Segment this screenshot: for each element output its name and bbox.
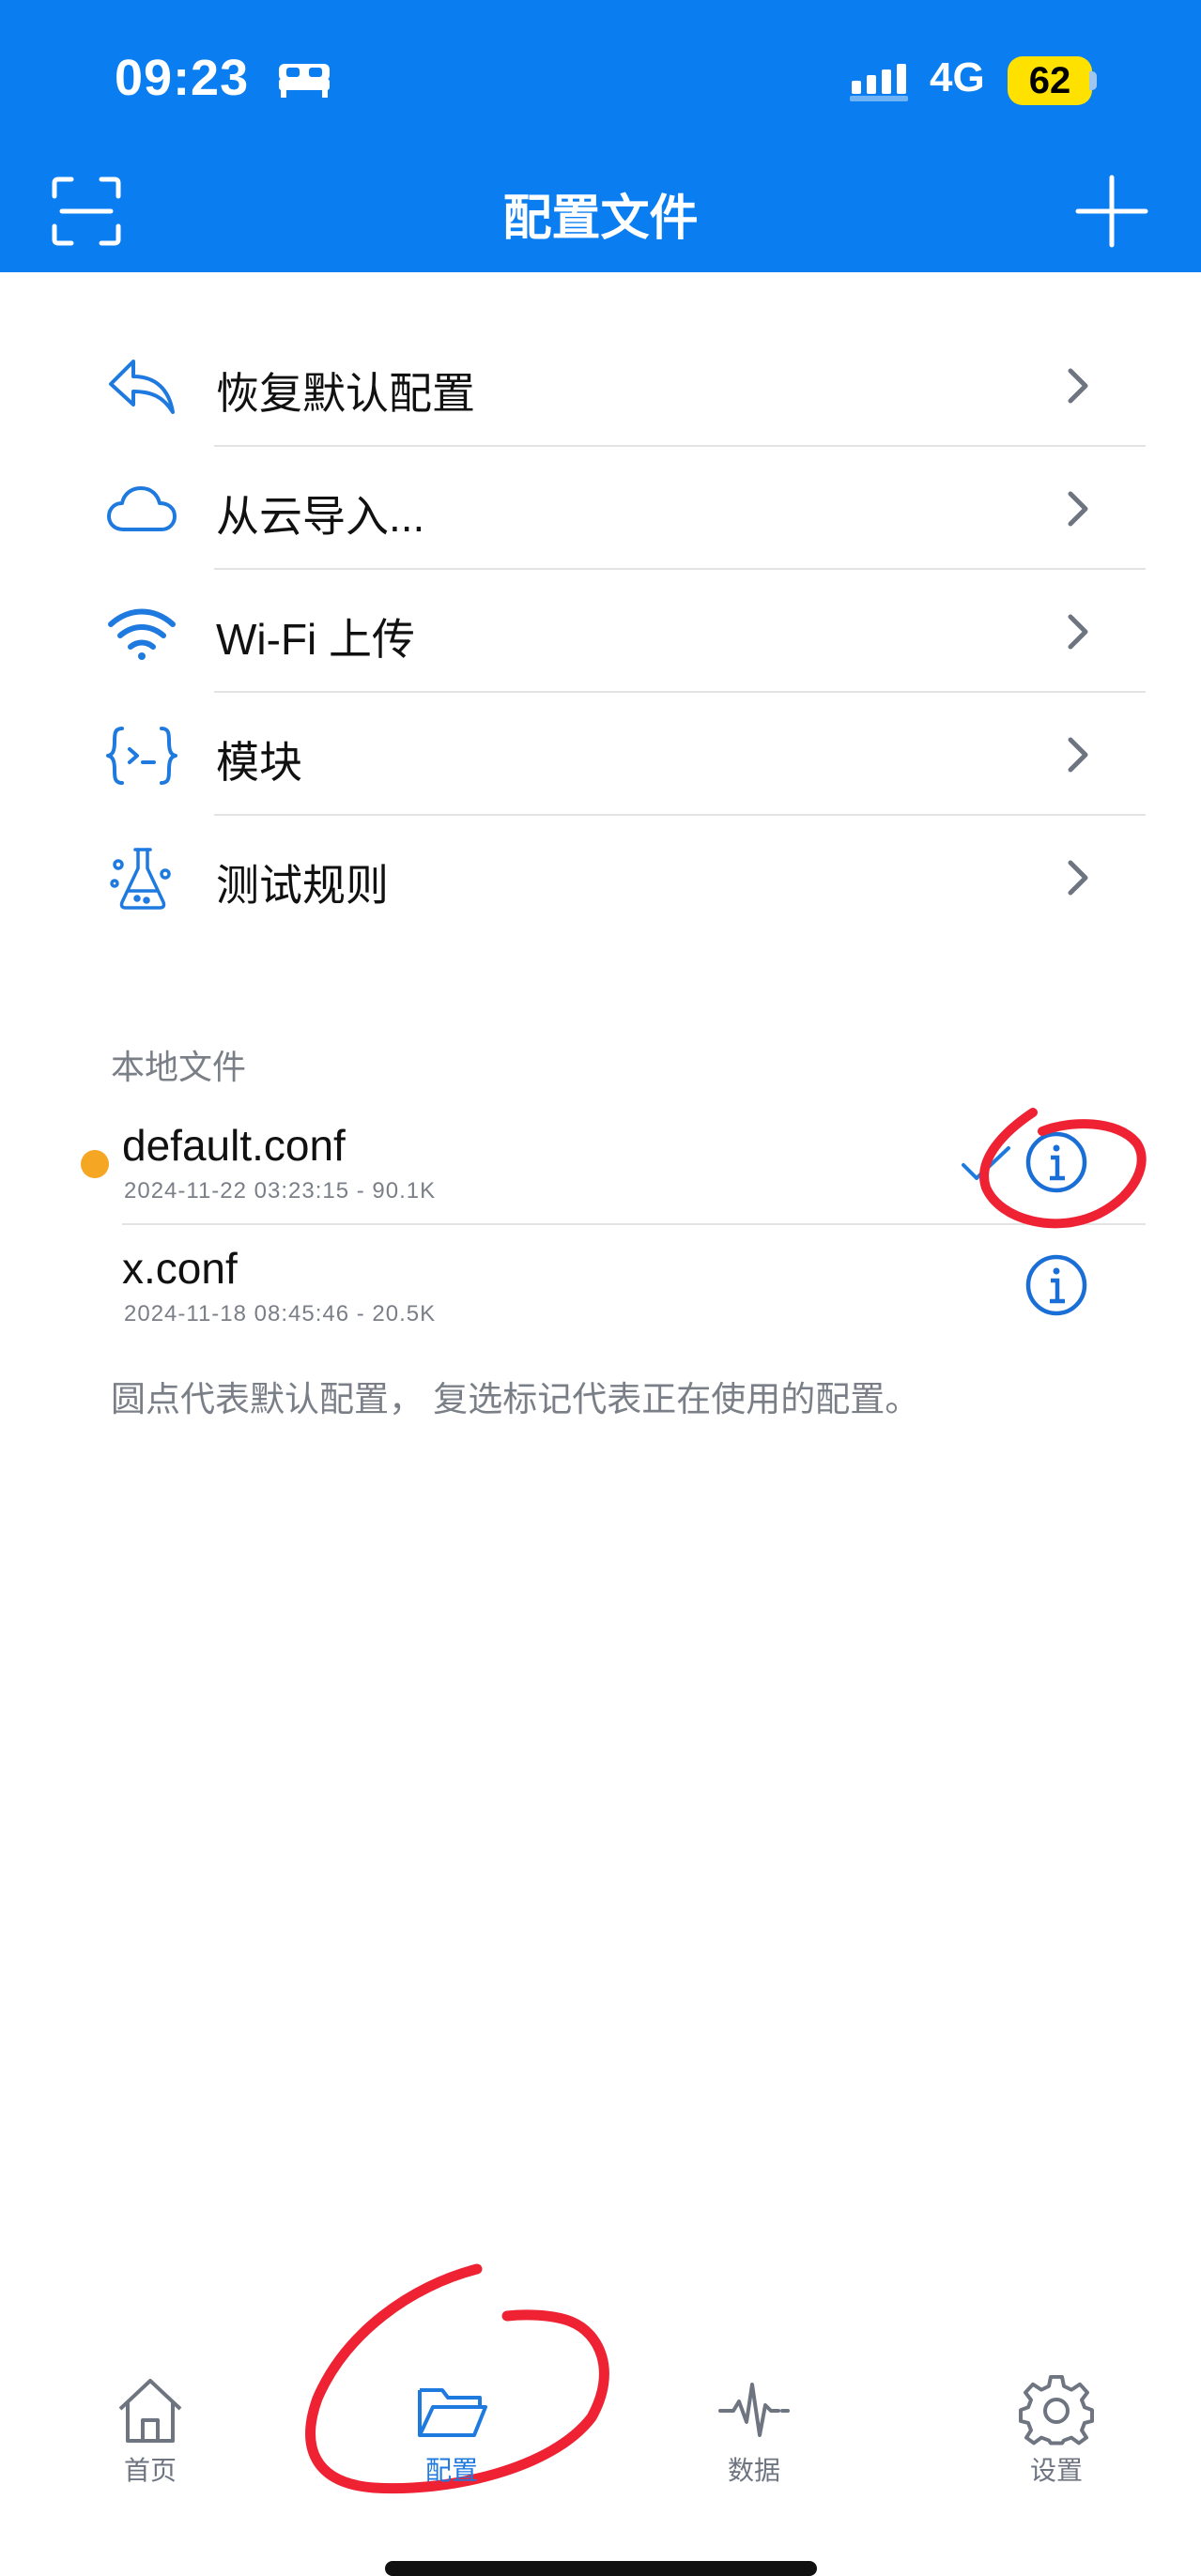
tab-label: 数据 [727, 2456, 780, 2485]
bed-icon [279, 64, 330, 98]
home-indicator [385, 2561, 817, 2576]
chevron-right-icon [1068, 737, 1088, 773]
file-row-default-conf[interactable]: default.conf 2024-11-22 03:23:15 - 90.1K [0, 1103, 1201, 1225]
tab-data[interactable]: 数据 [679, 2375, 829, 2516]
battery-tip [1089, 71, 1097, 90]
menu-item-import-cloud[interactable]: 从云导入... [0, 447, 1201, 570]
menu-item-wifi-upload[interactable]: Wi-Fi 上传 [0, 570, 1201, 693]
activity-icon [718, 2383, 790, 2437]
cloud-icon [107, 486, 177, 531]
module-braces-icon [106, 727, 177, 785]
gear-icon [1019, 2375, 1094, 2446]
folder-icon [418, 2388, 487, 2437]
tab-config[interactable]: 配置 [377, 2375, 527, 2516]
tab-label: 首页 [123, 2456, 177, 2485]
menu-item-restore-default[interactable]: 恢复默认配置 [0, 324, 1201, 447]
chevron-right-icon [1068, 368, 1088, 404]
menu-item-modules[interactable]: 模块 [0, 693, 1201, 816]
home-icon [118, 2379, 182, 2443]
file-meta: 2024-11-18 08:45:46 - 20.5K [124, 1301, 437, 1326]
chevron-right-icon [1068, 614, 1088, 650]
signal-icon [850, 64, 908, 101]
battery-level: 62 [1008, 56, 1092, 105]
file-name: x.conf [122, 1244, 238, 1293]
default-dot [81, 1150, 109, 1178]
file-meta: 2024-11-22 03:23:15 - 90.1K [124, 1178, 437, 1204]
chevron-right-icon [1068, 860, 1088, 896]
screen: 09:23 4G 62 配置文件 恢复默认配置 从云导入... Wi-Fi 上传… [0, 0, 1201, 2576]
tab-label: 设置 [1029, 2456, 1083, 2485]
network-type: 4G [930, 54, 985, 100]
divider [122, 1223, 1146, 1225]
menu-label: 模块 [216, 738, 302, 787]
wifi-icon [108, 608, 176, 660]
add-button[interactable] [1074, 174, 1149, 249]
tab-label: 配置 [424, 2456, 478, 2485]
page-title: 配置文件 [502, 192, 699, 246]
tab-home[interactable]: 首页 [75, 2375, 225, 2516]
chevron-right-icon [1068, 491, 1088, 527]
undo-arrow-icon [109, 360, 175, 414]
legend-footnote: 圆点代表默认配置， 复选标记代表正在使用的配置。 [111, 1380, 920, 1418]
menu-item-test-rules[interactable]: 测试规则 [0, 816, 1201, 939]
info-button[interactable] [1024, 1252, 1089, 1318]
file-row-x-conf[interactable]: x.conf 2024-11-18 08:45:46 - 20.5K [0, 1226, 1201, 1348]
tab-settings[interactable]: 设置 [981, 2375, 1132, 2516]
flask-icon [110, 848, 171, 910]
info-button[interactable] [1024, 1129, 1089, 1195]
checkmark-icon [962, 1146, 1010, 1180]
menu-label: Wi-Fi 上传 [216, 615, 416, 664]
tab-bar: 首页 配置 数据 设置 [0, 2375, 1201, 2516]
menu-label: 测试规则 [216, 861, 389, 910]
file-name: default.conf [122, 1121, 346, 1170]
section-header-local-files: 本地文件 [111, 1048, 247, 1086]
menu-label: 恢复默认配置 [216, 369, 475, 418]
menu-label: 从云导入... [216, 492, 425, 541]
status-time: 09:23 [115, 50, 250, 106]
config-menu: 恢复默认配置 从云导入... Wi-Fi 上传 模块 测试规则 [0, 324, 1201, 939]
nav-header: 09:23 4G 62 配置文件 [0, 0, 1201, 272]
